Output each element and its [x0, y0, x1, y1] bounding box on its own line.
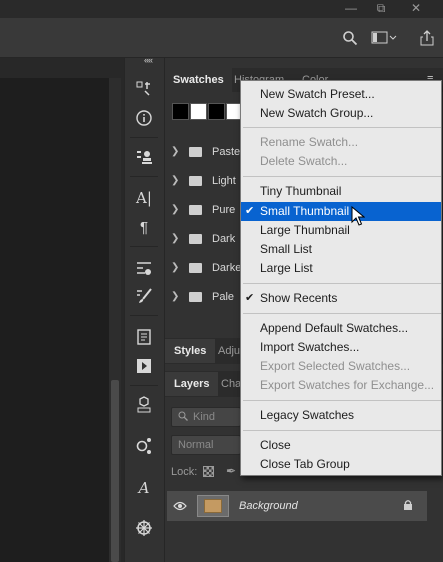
folder-icon	[189, 146, 202, 157]
notes-icon[interactable]	[128, 325, 160, 349]
swatch-group-light[interactable]: ❯ Light	[165, 166, 245, 195]
brush-settings-icon[interactable]	[128, 284, 160, 308]
swatch-group-pure[interactable]: ❯ Pure	[165, 195, 245, 224]
group-label: Light	[212, 174, 236, 187]
swatch-black[interactable]	[172, 103, 189, 120]
menu-item-show-recents[interactable]: ✔ Show Recents	[241, 289, 441, 308]
clone-source-icon[interactable]	[128, 145, 160, 169]
menu-item-import-swatches[interactable]: Import Swatches...	[241, 338, 441, 357]
folder-icon	[189, 175, 202, 186]
glyphs-icon[interactable]: A	[128, 476, 160, 500]
swatch-white[interactable]	[190, 103, 207, 120]
lock-transparent-icon[interactable]	[203, 466, 214, 477]
strip-divider	[130, 246, 158, 247]
chevron-right-icon[interactable]: ❯	[171, 204, 183, 215]
menu-item-large-list[interactable]: Large List	[241, 259, 441, 278]
chevron-right-icon[interactable]: ❯	[171, 146, 183, 157]
search-icon	[178, 411, 188, 424]
close-window-icon[interactable]: ✕	[403, 0, 429, 16]
swatch-group-pastel[interactable]: ❯ Pastel	[165, 137, 245, 166]
folder-icon	[189, 233, 202, 244]
actions-icon[interactable]	[128, 354, 160, 378]
menu-separator	[243, 430, 441, 431]
swatch-group-darker[interactable]: ❯ Darker	[165, 253, 245, 282]
layer-name[interactable]: Background	[239, 500, 403, 512]
menu-item-close[interactable]: Close	[241, 436, 441, 455]
character-icon[interactable]: A|	[128, 186, 160, 210]
document-canvas[interactable]	[0, 78, 109, 562]
strip-divider	[130, 385, 158, 386]
history-icon[interactable]	[128, 77, 160, 101]
info-icon[interactable]	[128, 106, 160, 130]
thumbnail-image	[204, 499, 222, 513]
group-label: Pale	[212, 290, 235, 303]
swatch-group-dark[interactable]: ❯ Dark	[165, 224, 245, 253]
tab-layers[interactable]: Layers	[165, 372, 219, 396]
menu-item-small-thumbnail[interactable]: ✔ Small Thumbnail	[241, 202, 441, 221]
menu-item-legacy-swatches[interactable]: Legacy Swatches	[241, 406, 441, 425]
strip-divider	[130, 137, 158, 138]
libraries-icon[interactable]	[128, 434, 160, 458]
checkmark-icon: ✔	[245, 292, 255, 304]
folder-icon	[189, 262, 202, 273]
menu-item-rename-swatch: Rename Swatch...	[260, 135, 359, 149]
navigator-icon[interactable]	[128, 516, 160, 540]
menu-item-tiny-thumbnail[interactable]: Tiny Thumbnail	[241, 182, 441, 201]
blend-mode-value: Normal	[178, 439, 214, 451]
menu-item-new-swatch-group[interactable]: New Swatch Group...	[241, 104, 441, 123]
mouse-cursor-icon	[351, 206, 365, 226]
lock-icon[interactable]	[403, 499, 413, 514]
menu-item-label: Small Thumbnail	[260, 204, 350, 218]
folder-icon	[189, 291, 202, 302]
search-icon[interactable]	[340, 28, 360, 48]
strip-divider	[130, 176, 158, 177]
restore-icon[interactable]: ⧉	[368, 0, 394, 16]
layer-thumbnail	[197, 495, 229, 517]
menu-separator	[243, 400, 441, 401]
menu-item-large-thumbnail[interactable]: Large Thumbnail	[241, 221, 441, 240]
checkmark-icon: ✔	[245, 205, 255, 217]
3d-icon[interactable]	[128, 393, 160, 417]
swatch-black[interactable]	[208, 103, 225, 120]
menu-separator	[243, 283, 441, 284]
strip-divider	[130, 315, 158, 316]
menu-item-export-swatches-for-exchange: Export Swatches for Exchange...	[260, 378, 435, 392]
share-icon[interactable]	[416, 28, 438, 48]
group-label: Pastel	[212, 145, 243, 158]
chevron-right-icon[interactable]: ❯	[171, 262, 183, 273]
tab-swatches[interactable]: Swatches	[165, 68, 232, 92]
eye-icon[interactable]	[167, 499, 193, 514]
menu-item-label: Show Recents	[260, 291, 338, 305]
chevron-right-icon[interactable]: ❯	[171, 233, 183, 244]
layer-row[interactable]: Background	[167, 491, 427, 521]
layer-filter-kind[interactable]: Kind	[171, 407, 241, 427]
group-label: Dark	[212, 232, 236, 245]
filter-label: Kind	[193, 411, 216, 423]
chevron-right-icon[interactable]: ❯	[171, 175, 183, 186]
menu-separator	[243, 176, 441, 177]
blend-mode-select[interactable]: Normal	[171, 435, 241, 455]
paragraph-icon[interactable]: ¶	[128, 215, 160, 239]
lock-label: Lock:	[171, 466, 198, 478]
tab-styles[interactable]: Styles	[165, 339, 216, 363]
lock-paint-icon[interactable]: ✒	[226, 464, 236, 478]
menu-item-small-list[interactable]: Small List	[241, 240, 441, 259]
group-label: Pure	[212, 203, 236, 216]
minimize-icon[interactable]: —	[338, 0, 364, 16]
menu-item-new-swatch-preset[interactable]: New Swatch Preset...	[241, 85, 441, 104]
properties-icon[interactable]	[128, 256, 160, 280]
menu-item-append-default-swatches[interactable]: Append Default Swatches...	[241, 319, 441, 338]
menu-item-delete-swatch: Delete Swatch...	[260, 154, 348, 168]
menu-separator	[243, 313, 441, 314]
swatch-group-pale[interactable]: ❯ Pale	[165, 282, 245, 311]
menu-item-close-tab-group[interactable]: Close Tab Group	[241, 455, 441, 474]
scrollbar-thumb[interactable]	[111, 380, 119, 562]
expand-panels-icon[interactable]: «	[148, 55, 153, 65]
folder-icon	[189, 204, 202, 215]
swatches-panel-menu: New Swatch Preset... New Swatch Group...…	[240, 80, 442, 476]
menu-separator	[243, 127, 441, 128]
menu-item-export-selected-swatches: Export Selected Swatches...	[260, 359, 411, 373]
workspace-icon[interactable]	[370, 28, 398, 48]
chevron-right-icon[interactable]: ❯	[171, 291, 183, 302]
